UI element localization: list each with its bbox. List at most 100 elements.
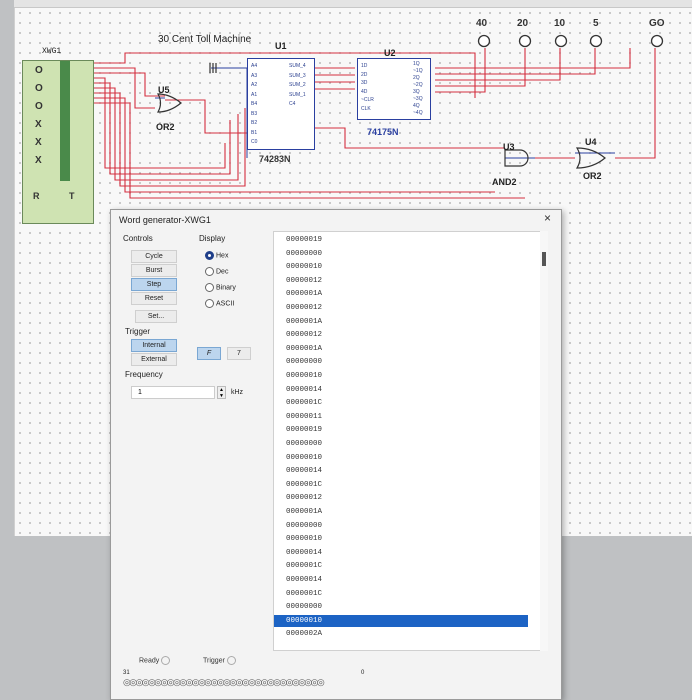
xwg-led-6: X: [35, 155, 42, 166]
xwg-led-4: X: [35, 119, 42, 130]
scrollbar-thumb[interactable]: [542, 252, 546, 266]
word-row[interactable]: 00000014: [286, 384, 322, 396]
u2-right-pin-6: 4Q: [413, 103, 420, 109]
u1-right-pin-0: SUM_4: [289, 63, 306, 69]
word-generator-symbol[interactable]: O O O X X X R T: [22, 60, 94, 224]
u3-ref: U3: [503, 142, 515, 152]
u4-part: OR2: [583, 171, 602, 181]
radio-dec-label: Dec: [216, 268, 229, 276]
frequency-input[interactable]: 1: [131, 386, 215, 399]
u1-left-pin-8: C0: [251, 139, 258, 145]
u2-right-pin-7: ~4Q: [413, 110, 423, 116]
radio-dec[interactable]: Dec: [205, 267, 228, 277]
radio-binary-dot: [205, 283, 214, 292]
u2-left-pin-4: ~CLR: [361, 97, 374, 103]
u5-or-gate-symbol: [156, 93, 182, 113]
word-row[interactable]: 00000010: [286, 261, 322, 273]
set-button[interactable]: Set...: [135, 310, 177, 323]
radio-ascii[interactable]: ASCII: [205, 299, 234, 309]
u2-left-pin-0: 1D: [361, 63, 368, 69]
radio-ascii-label: ASCII: [216, 300, 235, 308]
radio-hex[interactable]: Hex: [205, 251, 228, 261]
u1-left-pin-5: B3: [251, 110, 258, 117]
word-row[interactable]: 0000001A: [286, 506, 322, 518]
word-row[interactable]: 00000011: [286, 411, 322, 423]
word-row[interactable]: 00000019: [286, 234, 322, 246]
u1-right-pin-3: SUM_1: [289, 91, 306, 98]
word-row[interactable]: 00000000: [286, 438, 322, 450]
word-row[interactable]: 00000000: [286, 356, 322, 368]
u1-ref: U1: [275, 41, 287, 51]
word-row[interactable]: 0000002A: [286, 628, 322, 640]
falling-edge-button[interactable]: 7: [227, 347, 251, 360]
bit-pattern-row: ◎◎◎◎◎◎◎◎◎◎◎◎◎◎◎◎◎◎◎◎◎◎◎◎◎◎◎◎◎◎◎◎: [123, 678, 325, 688]
trigger-indicator: Trigger: [203, 656, 236, 665]
word-row[interactable]: 00000010: [286, 370, 322, 382]
word-row[interactable]: 00000010: [286, 533, 322, 545]
xwg-ref: XWG1: [42, 47, 62, 56]
reset-button[interactable]: Reset: [131, 292, 177, 305]
bit-0-label: 0: [361, 670, 365, 676]
word-row[interactable]: 0000001C: [286, 479, 322, 491]
internal-trigger-button[interactable]: Internal: [131, 339, 177, 352]
word-row[interactable]: 0000001C: [286, 397, 322, 409]
external-trigger-button[interactable]: External: [131, 353, 177, 366]
frequency-spinner[interactable]: ▲ ▼: [217, 386, 226, 399]
rising-edge-button[interactable]: F: [197, 347, 221, 360]
word-row[interactable]: 00000014: [286, 465, 322, 477]
burst-button[interactable]: Burst: [131, 264, 177, 277]
radio-binary[interactable]: Binary: [205, 283, 236, 293]
u1-left-pin-6: B2: [251, 120, 258, 126]
xwg-led-2: O: [35, 83, 43, 94]
word-row[interactable]: 00000014: [286, 547, 322, 559]
display-label: Display: [199, 234, 226, 243]
word-row[interactable]: 0000001C: [286, 588, 322, 600]
word-row[interactable]: 00000000: [286, 601, 322, 613]
u2-right-pin-1: ~1Q: [413, 68, 423, 74]
frequency-unit: kHz: [231, 389, 244, 396]
probe-go-label: GO: [649, 18, 665, 29]
probe-40-label: 40: [476, 18, 488, 29]
word-list-scrollbar[interactable]: [540, 231, 548, 651]
word-row[interactable]: 0000001A: [286, 288, 322, 300]
word-row[interactable]: 00000010: [286, 452, 322, 464]
word-row[interactable]: 0000001C: [286, 560, 322, 572]
word-row[interactable]: 00000012: [286, 492, 322, 504]
controls-label: Controls: [123, 234, 153, 243]
xwg-r-label: R: [33, 191, 40, 201]
word-row[interactable]: 00000014: [286, 574, 322, 586]
u2-right-pin-2: 2Q: [413, 75, 420, 81]
xwg-t-label: T: [69, 191, 75, 201]
u2-left-pin-5: CLK: [361, 105, 371, 112]
word-row[interactable]: 00000019: [286, 424, 322, 436]
cycle-button[interactable]: Cycle: [131, 250, 177, 263]
word-row[interactable]: 00000012: [286, 329, 322, 341]
trigger-status-label: Trigger: [203, 657, 225, 665]
u4-or-gate-symbol: [575, 147, 606, 169]
u1-part: 74283N: [259, 154, 291, 164]
u2-left-pin-2: 3D: [361, 80, 368, 86]
u2-left-pin-3: 4D: [361, 88, 368, 95]
u1-right-pin-2: SUM_2: [289, 82, 306, 88]
u1-left-pin-3: A1: [251, 91, 258, 98]
u4-ref: U4: [585, 137, 597, 147]
ready-indicator: Ready: [139, 656, 171, 665]
u2-right-pin-4: 3Q: [413, 89, 420, 95]
word-row[interactable]: 00000000: [286, 520, 322, 532]
word-row[interactable]: 00000012: [286, 275, 322, 287]
step-button[interactable]: Step: [131, 278, 177, 291]
u2-right-pin-5: ~3Q: [413, 96, 423, 102]
radio-hex-label: Hex: [216, 252, 229, 260]
close-icon[interactable]: ×: [544, 211, 551, 225]
u1-right-pin-1: SUM_3: [289, 72, 306, 79]
u5-part: OR2: [156, 122, 175, 132]
word-row[interactable]: 0000001A: [286, 316, 322, 328]
word-list[interactable]: 00000019 00000000 00000010 00000012 0000001A…: [273, 231, 541, 651]
word-row[interactable]: 00000012: [286, 302, 322, 314]
word-row[interactable]: 0000001A: [286, 343, 322, 355]
u2-part: 74175N: [367, 127, 399, 137]
trigger-light-icon: [226, 656, 236, 665]
word-row[interactable]: 00000000: [286, 248, 322, 260]
word-row[interactable]: 00000010: [274, 614, 528, 627]
radio-binary-label: Binary: [216, 284, 236, 292]
